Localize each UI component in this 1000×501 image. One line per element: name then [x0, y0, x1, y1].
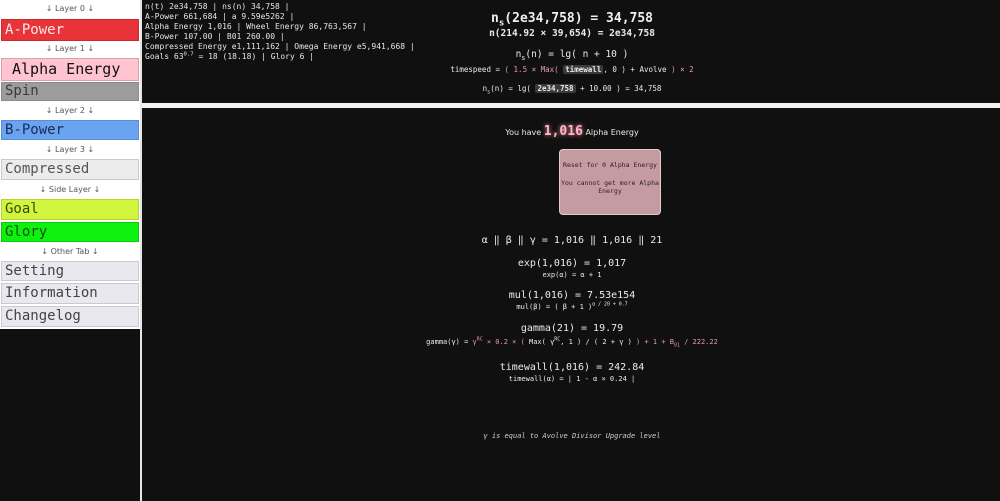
- mul-definition: mul(β) = ( β + 1 )α / 20 + 0.7: [516, 301, 628, 311]
- a-power-tab[interactable]: A-Power: [1, 19, 139, 41]
- stat-line-bpower: B-Power 107.00 | B01 260.00 |: [145, 32, 285, 41]
- timespeed-formula: timespeed = ( 1.5 × Max( timewall, 0 ) +…: [450, 65, 694, 74]
- gamma-definition: gamma(γ) = γRC × 0.2 × ( Max( γRC, 1 ) /…: [426, 336, 718, 349]
- stat-line-alpha: Alpha Energy 1,016 | Wheel Energy 86,763…: [145, 22, 367, 31]
- alpha-energy-amount: You have 1,016 Alpha Energy: [505, 124, 639, 139]
- layer1-label: ↓ Layer 1 ↓: [45, 44, 95, 53]
- stat-line-time: n(t) 2e34,758 | ns(n) 34,758 |: [145, 2, 290, 11]
- glory-tab[interactable]: Glory: [1, 222, 139, 242]
- ns-title: ns(2e34,758) = 34,758: [490, 11, 654, 29]
- ns-formula: ns(n) = lg( n + 10 ): [515, 49, 629, 62]
- layer3-label: ↓ Layer 3 ↓: [45, 145, 95, 154]
- exp-value: exp(1,016) = 1,017: [517, 258, 627, 269]
- n-value-line: n(214.92 × 39,654) = 2e34,758: [489, 28, 655, 39]
- timewall-value: timewall(1,016) = 242.84: [499, 362, 645, 373]
- reset-gain-text: Reset for 0 Alpha Energy: [563, 161, 657, 169]
- gamma-value: gamma(21) = 19.79: [520, 323, 624, 334]
- spin-tab[interactable]: Spin: [1, 82, 139, 101]
- mul-value: mul(1,016) = 7.53e154: [508, 290, 636, 301]
- exp-definition: exp(α) = α + 1: [542, 271, 602, 279]
- compressed-tab[interactable]: Compressed: [1, 159, 139, 180]
- alpha-beta-gamma-values: α ‖ β ‖ γ = 1,016 ‖ 1,016 ‖ 21: [481, 235, 663, 246]
- timewall-definition: timewall(α) = | 1 - α × 0.24 |: [508, 375, 636, 383]
- alpha-energy-count: 1,016: [543, 124, 583, 139]
- reset-cannot-text: You cannot get more Alpha Energy: [561, 178, 659, 196]
- ns-evaluation: ns(n) = lg( 2e34,758 + 10.00 ) = 34,758: [482, 84, 662, 96]
- sidebar-empty-area: [0, 329, 140, 501]
- layer0-label: ↓ Layer 0 ↓: [45, 4, 95, 13]
- b-power-tab[interactable]: B-Power: [1, 120, 139, 140]
- sidebar: ↓ Layer 0 ↓ A-Power ↓ Layer 1 ↓ Alpha En…: [0, 0, 140, 501]
- side-layer-label: ↓ Side Layer ↓: [39, 185, 101, 194]
- alpha-reset-button[interactable]: Reset for 0 Alpha Energy You cannot get …: [559, 149, 661, 215]
- stat-line-goals: Goals 630.7 = 18 (18.18) | Glory 6 |: [145, 51, 315, 61]
- gamma-note: γ is equal to Avolve Divisor Upgrade lev…: [483, 432, 661, 440]
- goal-tab[interactable]: Goal: [1, 199, 139, 220]
- setting-tab[interactable]: Setting: [1, 261, 139, 281]
- changelog-tab[interactable]: Changelog: [1, 306, 139, 327]
- layer2-label: ↓ Layer 2 ↓: [45, 106, 95, 115]
- stat-line-apower: A-Power 661,684 | a 9.59e5262 |: [145, 12, 295, 21]
- information-tab[interactable]: Information: [1, 283, 139, 304]
- alpha-energy-tab[interactable]: Alpha Energy: [1, 58, 139, 81]
- other-tab-label: ↓ Other Tab ↓: [41, 247, 99, 256]
